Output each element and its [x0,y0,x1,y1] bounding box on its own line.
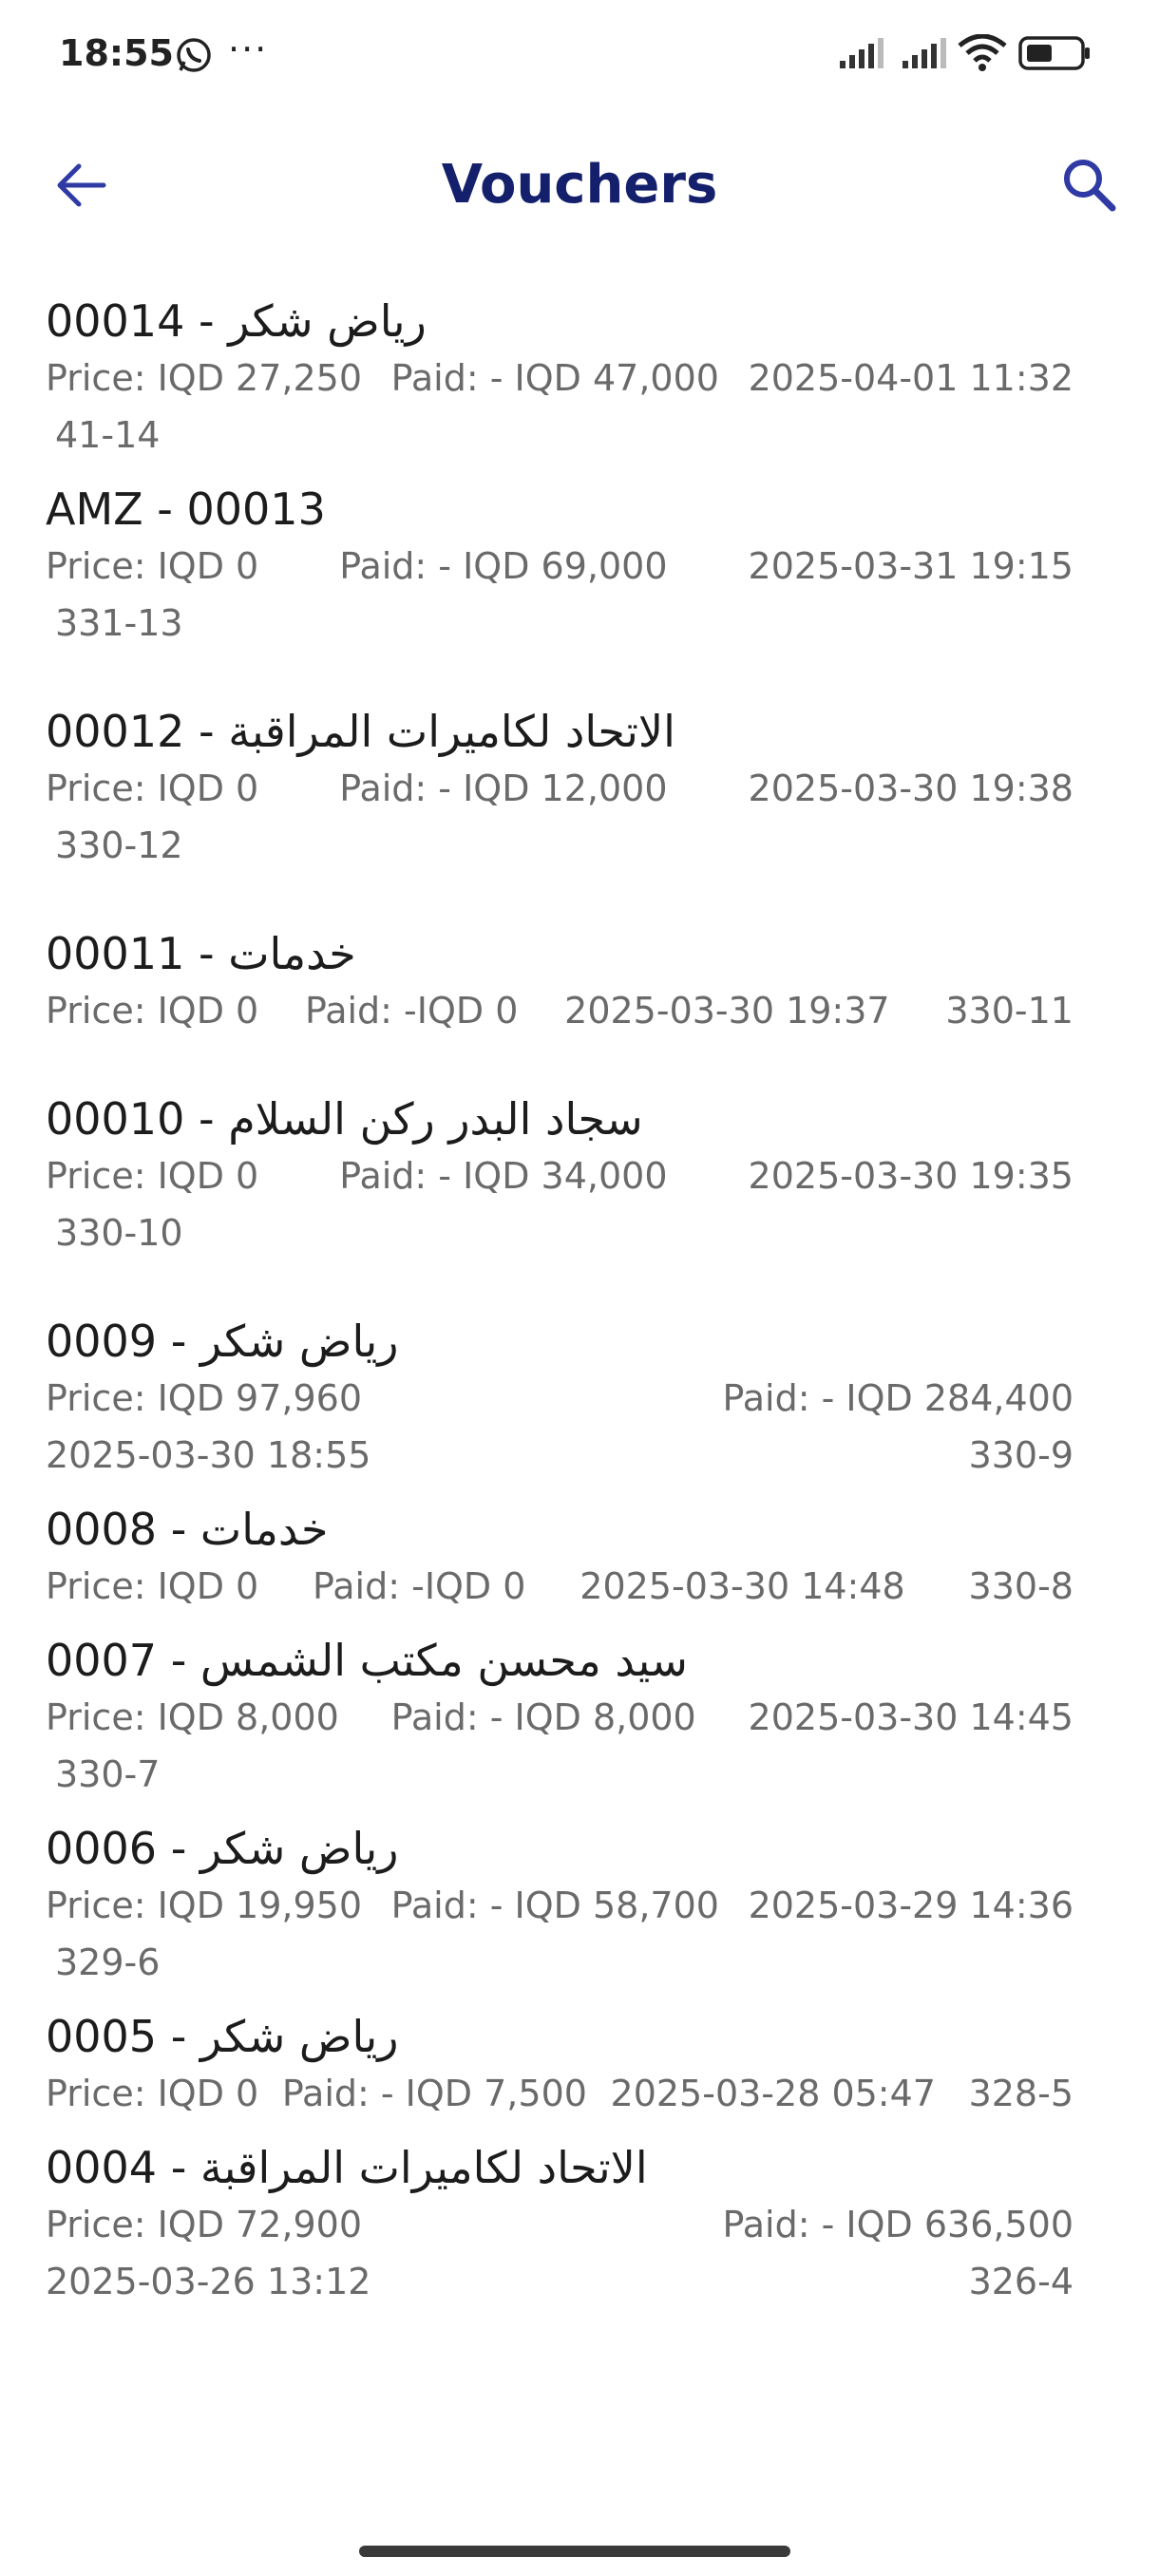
voucher-paid: Paid: - IQD 58,700 [390,1885,719,1926]
voucher-title: 00010 - سجاد البدر ركن السلام [46,1093,643,1145]
status-time: 18:55 [59,32,174,74]
voucher-item[interactable]: 0007 - سيد محسن مكتب الشمس Price: IQD 8,0… [0,1615,1159,1803]
voucher-code: 330-10 [55,1212,183,1254]
voucher-code: 330-12 [55,824,183,866]
voucher-price: Price: IQD 19,950 [46,1885,363,1926]
voucher-details: Price: IQD 72,900 Paid: - IQD 636,500 2025… [46,2196,1113,2310]
voucher-title: 0006 - رياض شكر [46,1823,399,1874]
voucher-code: 330-11 [945,990,1074,1032]
voucher-details: Price: IQD 0 Paid: -IQD 0 2025-03-30 19:37… [46,982,1113,1039]
voucher-details: Price: IQD 19,950 Paid: - IQD 58,700 2025-… [46,1877,1113,1991]
voucher-price: Price: IQD 0 [46,767,259,809]
voucher-price: Price: IQD 0 [46,545,259,587]
search-icon [1064,160,1116,212]
voucher-details: Price: IQD 0 Paid: - IQD 7,500 2025-03-28 … [46,2065,1113,2122]
voucher-title: 0008 - خدمات [46,1504,329,1555]
page-title: Vouchers [441,154,718,216]
voucher-item[interactable]: 0005 - رياض شكر Price: IQD 0 Paid: - IQD 7… [0,1991,1159,2122]
voucher-item[interactable]: AMZ - 00013 Price: IQD 0 Paid: - IQD 69,00… [0,464,1159,652]
voucher-date: 2025-03-31 19:15 [748,545,1074,587]
voucher-date: 2025-03-26 13:12 [46,2261,371,2302]
status-bar: 18:55 ··· [0,0,1159,114]
voucher-paid: Paid: - IQD 47,000 [390,357,719,399]
battery-icon [1018,36,1092,70]
voucher-price: Price: IQD 97,960 [46,1377,363,1419]
signal-icon [838,36,887,70]
voucher-title: 00014 - رياض شكر [46,295,427,347]
voucher-date: 2025-03-30 18:55 [46,1434,371,1476]
voucher-code: 328-5 [968,2073,1074,2114]
voucher-date: 2025-03-30 19:37 [564,990,890,1032]
voucher-date: 2025-03-30 14:48 [580,1565,905,1607]
voucher-details: Price: IQD 27,250 Paid: - IQD 47,000 2025-… [46,350,1113,464]
voucher-title: 0007 - سيد محسن مكتب الشمس [46,1635,688,1686]
voucher-code: 330-9 [968,1434,1074,1476]
voucher-item[interactable]: 00011 - خدمات Price: IQD 0 Paid: -IQD 0 202… [0,908,1159,1039]
voucher-item[interactable]: 0008 - خدمات Price: IQD 0 Paid: -IQD 0 2025… [0,1484,1159,1615]
voucher-title: 00011 - خدمات [46,928,356,979]
voucher-code: 330-8 [968,1565,1074,1607]
voucher-code: 326-4 [968,2261,1074,2302]
whatsapp-icon [175,36,213,74]
voucher-date: 2025-03-29 14:36 [748,1885,1074,1926]
voucher-item[interactable]: 00010 - سجاد البدر ركن السلام Price: IQD … [0,1073,1159,1261]
voucher-details: Price: IQD 0 Paid: - IQD 69,000 2025-03-31… [46,538,1113,652]
more-notifications: ··· [228,28,269,70]
voucher-title: 0004 - الاتحاد لكاميرات المراقبة [46,2142,648,2193]
voucher-code: 329-6 [55,1941,161,1983]
voucher-date: 2025-03-28 05:47 [610,2073,936,2114]
home-indicator[interactable] [359,2546,790,2557]
voucher-item[interactable]: 00012 - الاتحاد لكاميرات المراقبة Price: … [0,686,1159,874]
voucher-paid: Paid: - IQD 12,000 [339,767,668,809]
wifi-icon [958,33,1007,72]
voucher-list: 00014 - رياض شكر Price: IQD 27,250 Paid: -… [0,275,1159,2310]
voucher-price: Price: IQD 8,000 [46,1696,339,1738]
voucher-title: 0009 - رياض شكر [46,1316,399,1367]
voucher-code: 41-14 [55,414,161,456]
voucher-code: 331-13 [55,602,183,644]
voucher-paid: Paid: - IQD 284,400 [722,1377,1074,1419]
voucher-paid: Paid: - IQD 8,000 [390,1696,696,1738]
voucher-details: Price: IQD 97,960 Paid: - IQD 284,400 2025… [46,1370,1113,1484]
search-button[interactable] [1054,150,1123,218]
voucher-price: Price: IQD 0 [46,2073,259,2114]
voucher-details: Price: IQD 8,000 Paid: - IQD 8,000 2025-03… [46,1689,1113,1803]
voucher-title: AMZ - 00013 [46,483,326,535]
voucher-item[interactable]: 00014 - رياض شكر Price: IQD 27,250 Paid: -… [0,275,1159,464]
voucher-paid: Paid: - IQD 636,500 [722,2204,1074,2245]
voucher-date: 2025-03-30 19:35 [748,1155,1074,1197]
voucher-paid: Paid: -IQD 0 [313,1565,526,1607]
voucher-item[interactable]: 0009 - رياض شكر Price: IQD 97,960 Paid: - … [0,1296,1159,1484]
voucher-details: Price: IQD 0 Paid: - IQD 12,000 2025-03-30… [46,760,1113,874]
voucher-price: Price: IQD 0 [46,1565,259,1607]
voucher-date: 2025-03-30 19:38 [748,767,1074,809]
voucher-item[interactable]: 0004 - الاتحاد لكاميرات المراقبة Price: I… [0,2122,1159,2310]
voucher-paid: Paid: - IQD 69,000 [339,545,668,587]
voucher-title: 0005 - رياض شكر [46,2011,399,2062]
voucher-date: 2025-04-01 11:32 [748,357,1074,399]
voucher-price: Price: IQD 27,250 [46,357,363,399]
voucher-paid: Paid: - IQD 34,000 [339,1155,668,1197]
app-bar: Vouchers [0,123,1159,247]
voucher-date: 2025-03-30 14:45 [748,1696,1074,1738]
voucher-details: Price: IQD 0 Paid: -IQD 0 2025-03-30 14:48… [46,1558,1113,1615]
signal-icon [901,36,950,70]
voucher-price: Price: IQD 0 [46,1155,259,1197]
voucher-price: Price: IQD 0 [46,990,259,1032]
voucher-paid: Paid: -IQD 0 [304,990,519,1032]
voucher-paid: Paid: - IQD 7,500 [281,2073,587,2114]
voucher-details: Price: IQD 0 Paid: - IQD 34,000 2025-03-30… [46,1147,1113,1261]
voucher-price: Price: IQD 72,900 [46,2204,363,2245]
voucher-code: 330-7 [55,1753,161,1795]
voucher-title: 00012 - الاتحاد لكاميرات المراقبة [46,706,675,757]
voucher-item[interactable]: 0006 - رياض شكر Price: IQD 19,950 Paid: - … [0,1803,1159,1991]
